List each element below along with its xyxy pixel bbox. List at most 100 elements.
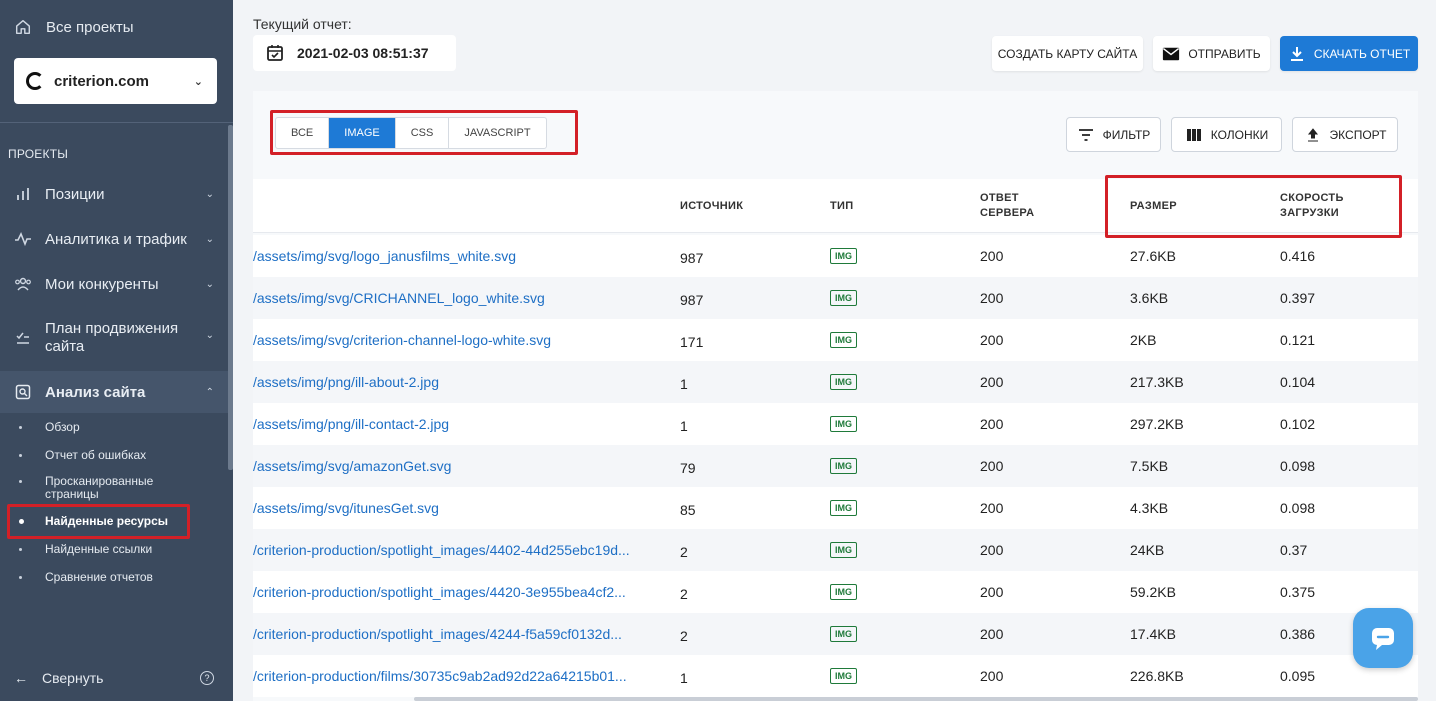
sidebar-subitem-compare-reports[interactable]: Сравнение отчетов: [0, 571, 228, 584]
columns-icon: [1186, 128, 1201, 141]
type-cell: IMG: [830, 319, 857, 361]
size-cell: 3.6KB: [1130, 290, 1169, 306]
resource-url-link[interactable]: /assets/img/svg/CRICHANNEL_logo_white.sv…: [253, 277, 545, 319]
resource-type-tabs: ВСЕ IMAGE CSS JAVASCRIPT: [275, 117, 547, 149]
tab-javascript[interactable]: JAVASCRIPT: [449, 118, 545, 148]
sidebar-subitem-crawled-pages[interactable]: Просканированные страницы: [0, 475, 190, 501]
speed-cell: 0.416: [1280, 248, 1316, 264]
status-cell: 200: [980, 290, 1004, 306]
column-header-source[interactable]: ИСТОЧНИК: [680, 199, 743, 214]
table-horizontal-scrollbar[interactable]: [414, 697, 1418, 701]
table-row[interactable]: /criterion-production/spotlight_images/4…: [253, 571, 1418, 613]
column-header-size[interactable]: РАЗМЕР: [1130, 199, 1177, 214]
columns-label: КОЛОНКИ: [1210, 127, 1269, 142]
resource-url-link[interactable]: /criterion-production/spotlight_images/4…: [253, 571, 626, 613]
sidebar-subitem-found-links[interactable]: Найденные ссылки: [0, 543, 228, 556]
sidebar: Все проекты criterion.com ⌄ ПРОЕКТЫ Пози…: [0, 0, 233, 701]
table-row[interactable]: /assets/img/svg/CRICHANNEL_logo_white.sv…: [253, 277, 1418, 319]
table-row[interactable]: /assets/img/svg/itunesGet.svg 85 IMG 200 4.3…: [253, 487, 1418, 529]
resource-url-link[interactable]: /criterion-production/spotlight_images/4…: [253, 529, 630, 571]
column-header-server-response[interactable]: ОТВЕТ СЕРВЕРА: [980, 191, 1050, 221]
download-report-label: СКАЧАТЬ ОТЧЕТ: [1313, 46, 1411, 61]
table-row[interactable]: /assets/img/svg/logo_janusfilms_white.sv…: [253, 235, 1418, 277]
size-cell: 226.8KB: [1130, 668, 1184, 684]
bullet-icon: [19, 576, 22, 579]
speed-cell: 0.102: [1280, 416, 1316, 432]
sidebar-scrollbar[interactable]: [228, 125, 233, 470]
columns-button[interactable]: КОЛОНКИ: [1171, 117, 1282, 152]
sidebar-subitem-error-report[interactable]: Отчет об ошибках: [0, 449, 228, 462]
tab-image[interactable]: IMAGE: [329, 118, 396, 148]
sidebar-item-competitors[interactable]: Мои конкуренты ⌄: [0, 274, 228, 294]
table-row[interactable]: /criterion-production/films/30735c9ab2ad…: [253, 655, 1418, 697]
report-date-picker[interactable]: 2021-02-03 08:51:37: [253, 35, 456, 71]
sidebar-item-label: План продвижения сайта: [45, 320, 179, 355]
bullet-icon: [19, 519, 24, 524]
chevron-down-icon: ⌄: [193, 75, 203, 88]
sidebar-subitem-overview[interactable]: Обзор: [0, 421, 228, 434]
bar-chart-icon: [14, 185, 32, 203]
size-cell: 217.3KB: [1130, 374, 1184, 390]
download-report-button[interactable]: СКАЧАТЬ ОТЧЕТ: [1280, 36, 1418, 71]
chevron-down-icon: ⌄: [205, 233, 214, 245]
export-button[interactable]: ЭКСПОРТ: [1292, 117, 1398, 152]
sidebar-item-label: Анализ сайта: [45, 383, 146, 401]
tab-all[interactable]: ВСЕ: [276, 118, 330, 148]
bullet-icon: [19, 426, 22, 429]
type-cell: IMG: [830, 403, 857, 445]
column-header-load-speed[interactable]: СКОРОСТЬ ЗАГРУЗКИ: [1280, 191, 1370, 221]
speed-cell: 0.121: [1280, 332, 1316, 348]
table-row[interactable]: /criterion-production/spotlight_images/4…: [253, 529, 1418, 571]
send-button[interactable]: ОТПРАВИТЬ: [1153, 36, 1270, 71]
sidebar-item-positions[interactable]: Позиции ⌄: [0, 184, 228, 204]
speed-cell: 0.104: [1280, 374, 1316, 390]
type-badge: IMG: [830, 542, 857, 558]
collapse-sidebar-button[interactable]: ← Свернуть ?: [14, 670, 214, 686]
help-icon[interactable]: ?: [200, 671, 214, 685]
resource-url-link[interactable]: /assets/img/svg/criterion-channel-logo-w…: [253, 319, 551, 361]
speed-cell: 0.098: [1280, 500, 1316, 516]
status-cell: 200: [980, 500, 1004, 516]
project-select[interactable]: criterion.com ⌄: [14, 58, 217, 104]
create-sitemap-button[interactable]: СОЗДАТЬ КАРТУ САЙТА: [992, 36, 1143, 71]
projects-section-title: ПРОЕКТЫ: [8, 147, 69, 161]
table-row[interactable]: /assets/img/png/ill-contact-2.jpg 1 IMG 200…: [253, 403, 1418, 445]
criterion-logo-icon: [26, 72, 44, 90]
source-cell: 1: [680, 418, 688, 434]
resource-url-link[interactable]: /criterion-production/spotlight_images/4…: [253, 613, 622, 655]
site-audit-icon: [14, 383, 32, 401]
table-row[interactable]: /assets/img/svg/criterion-channel-logo-w…: [253, 319, 1418, 361]
source-cell: 171: [680, 334, 704, 350]
source-cell: 1: [680, 670, 688, 686]
table-row[interactable]: /criterion-production/spotlight_images/4…: [253, 613, 1418, 655]
bullet-icon: [19, 480, 22, 483]
sidebar-item-analytics[interactable]: Аналитика и трафик ⌄: [0, 229, 228, 249]
resource-url-link[interactable]: /assets/img/svg/itunesGet.svg: [253, 487, 439, 529]
table-row[interactable]: /assets/img/png/ill-about-2.jpg 1 IMG 200 21…: [253, 361, 1418, 403]
sidebar-subitem-found-resources[interactable]: Найденные ресурсы: [0, 515, 228, 528]
sidebar-item-site-audit[interactable]: Анализ сайта ⌃: [0, 371, 228, 413]
resource-url-link[interactable]: /criterion-production/films/30735c9ab2ad…: [253, 655, 627, 697]
status-cell: 200: [980, 584, 1004, 600]
type-cell: IMG: [830, 277, 857, 319]
sidebar-item-promotion-plan[interactable]: План продвижения сайта ⌄: [0, 320, 228, 358]
sidebar-item-label: Позиции: [45, 185, 105, 203]
resource-url-link[interactable]: /assets/img/png/ill-about-2.jpg: [253, 361, 439, 403]
size-cell: 4.3KB: [1130, 500, 1169, 516]
filter-button[interactable]: ФИЛЬТР: [1066, 117, 1161, 152]
all-projects-link[interactable]: Все проекты: [14, 18, 134, 36]
table-row[interactable]: /assets/img/svg/amazonGet.svg 79 IMG 200 7.5…: [253, 445, 1418, 487]
sidebar-item-label: Мои конкуренты: [45, 275, 159, 293]
chat-widget-button[interactable]: [1353, 608, 1413, 668]
chevron-down-icon: ⌄: [205, 278, 214, 290]
resource-url-link[interactable]: /assets/img/svg/logo_janusfilms_white.sv…: [253, 235, 516, 277]
speed-cell: 0.095: [1280, 668, 1316, 684]
column-header-type[interactable]: ТИП: [830, 199, 853, 214]
all-projects-label: Все проекты: [46, 18, 134, 36]
resource-url-link[interactable]: /assets/img/png/ill-contact-2.jpg: [253, 403, 449, 445]
type-cell: IMG: [830, 235, 857, 277]
project-name: criterion.com: [54, 72, 150, 90]
resource-url-link[interactable]: /assets/img/svg/amazonGet.svg: [253, 445, 451, 487]
tab-css[interactable]: CSS: [396, 118, 450, 148]
download-icon: [1290, 46, 1303, 61]
